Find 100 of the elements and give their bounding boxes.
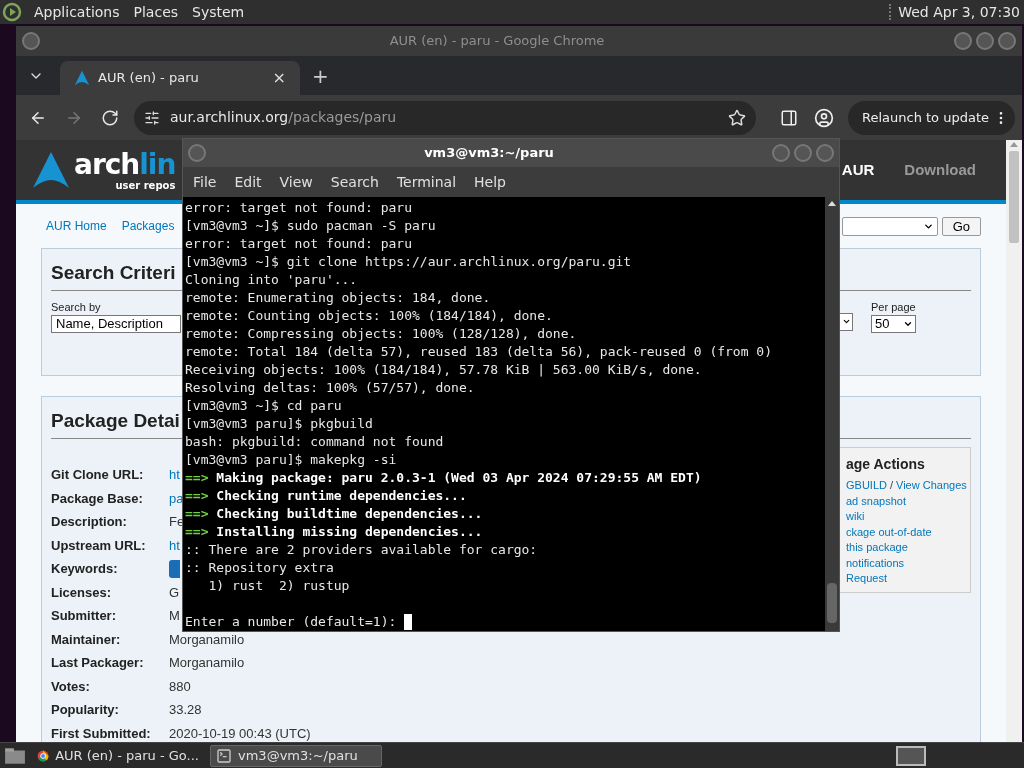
menu-item[interactable]: Terminal [390,171,463,193]
per-page-select[interactable]: 50 [871,315,916,333]
detail-value: Morganamilo [169,656,245,671]
menu-item[interactable]: Edit [228,171,268,193]
action-link[interactable]: wiki [846,508,865,525]
detail-link[interactable]: ht [169,538,180,553]
select-field[interactable] [841,216,938,236]
terminal-line: [vm3@vm3 paru]$ pkgbuild [185,415,374,433]
workspace-switcher[interactable] [896,745,926,766]
terminal-line: remote: Counting objects: 100% (184/184), done. [185,307,554,325]
detail-value: Morganamilo [169,632,245,647]
bookmark-star-icon[interactable] [728,108,746,127]
side-panel-icon[interactable] [780,108,798,127]
window-title: vm3@vm3:~/paru [423,144,555,163]
panel-handle-icon [889,4,893,20]
profile-icon[interactable] [814,107,834,128]
detail-value: 33.28 [169,703,202,718]
window-control-button[interactable] [998,32,1016,50]
detail-label: Keywords: [51,562,119,577]
detail-value: M [169,609,180,624]
detail-value: G [169,585,180,600]
window-control-button[interactable] [22,32,40,50]
logo-triangle-icon [30,150,72,190]
new-tab-button[interactable]: + [312,60,329,91]
terminal-line: remote: Compressing objects: 100% (128/128), done. [185,325,578,343]
terminal-line: Resolving deltas: 100% (57/57), done. [185,379,476,397]
relaunch-button[interactable]: Relaunch to update [848,100,1015,135]
terminal-line: ==> Checking runtime dependencies... [185,487,468,505]
terminal-line: ==> Making package: paru 2.0.3-1 (Wed 03 Apr 2024 07:29:55 AM EDT) [185,469,703,487]
text-cursor [404,614,413,630]
separator-text: / [889,478,894,493]
detail-label: Popularity: [51,703,120,718]
detail-value: 880 [169,679,191,694]
site-info-icon[interactable] [144,109,160,126]
page-scrollbar[interactable] [1006,140,1022,742]
detail-label: Votes: [51,679,91,694]
terminal-line: ==> Checking buildtime dependencies... [185,505,484,523]
terminal-line: [vm3@vm3 paru]$ makepkg -si [185,451,398,469]
detail-label: Last Packager: [51,656,145,671]
terminal-line: 1) rust 2) rustup [207,577,351,595]
menu-item[interactable]: Search [324,171,385,193]
action-link[interactable]: ckage out-of-date [846,523,932,540]
menu-item[interactable]: View [273,171,319,193]
panel-clock[interactable]: Wed Apr 3, 07:30 [898,1,1020,23]
menu-logo-icon[interactable] [2,2,22,22]
actions-heading: age Actions [846,454,926,474]
terminal-line: Receiving objects: 100% (184/184), 57.78 KiB | 563.00 KiB/s, done. [185,361,703,379]
action-link[interactable]: notifications [846,554,905,571]
action-link[interactable]: Request [846,570,887,587]
window-control-button[interactable] [976,32,994,50]
terminal-line: [vm3@vm3 ~]$ sudo pacman -S paru [185,217,437,235]
search-by-select[interactable]: Name, Description [51,315,181,333]
tab-close-button[interactable]: × [272,66,286,90]
breadcrumb-link[interactable]: Packages [121,217,175,235]
detail-label: Maintainer: [51,632,122,647]
terminal-line: Cloning into 'paru'... [185,271,359,289]
terminal-scrollbar[interactable] [825,197,839,631]
panel-menu[interactable]: Applications [34,1,120,23]
detail-link[interactable]: ht [169,468,180,483]
chevron-down-icon [903,319,913,329]
tab-favicon-icon [74,70,90,86]
terminal-line: remote: Enumerating objects: 184, done. [185,289,492,307]
action-link[interactable]: ad snapshot [846,492,906,509]
logo-wordmark: archlin [74,149,176,180]
terminal-prompt: Enter a number (default=1): [185,613,398,631]
field-label: Search by [51,299,102,315]
terminal-line: :: Repository extra [185,559,335,577]
reload-icon [101,108,119,127]
detail-label: Description: [51,515,128,530]
detail-link[interactable]: pa [169,491,184,506]
terminal-line: :: There are 2 providers available for cargo: [185,541,539,559]
go-button[interactable]: Go [941,216,981,236]
keyword-tag[interactable] [169,560,180,579]
detail-label: Upstream URL: [51,538,147,553]
panel-menu[interactable]: Places [133,1,179,23]
breadcrumb-link[interactable]: AUR Home [46,217,107,235]
terminal-line: ==> Installing missing dependencies... [185,523,484,541]
terminal-line: remote: Total 184 (delta 57), reused 183 (delta 56), pack-reused 0 (from 0) [185,343,773,361]
detail-label: Licenses: [51,585,112,600]
detail-value: 2020-10-19 00:43 (UTC) [169,726,311,741]
terminal-icon [216,747,232,764]
action-link[interactable]: GBUILD [846,477,887,494]
select-field[interactable] [840,312,853,331]
action-link[interactable]: this package [846,539,908,556]
window-control-button[interactable] [954,32,972,50]
field-label: Per page [871,299,916,315]
address-bar[interactable]: aur.archlinux.org/packages/paru [134,100,756,135]
menu-item[interactable]: File [187,171,223,193]
panel-menu[interactable]: System [192,1,245,23]
taskbar-task[interactable]: vm3@vm3:~/paru [210,744,382,767]
header-nav-link[interactable]: AUR [841,158,875,182]
browser-tab[interactable]: AUR (en) - paru × [60,61,300,95]
detail-label: Git Clone URL: [51,468,145,483]
detail-label: Submitter: [51,609,117,624]
logo-tagline: user repos [115,179,176,191]
header-nav-link[interactable]: Download [904,158,976,182]
detail-label: Package Base: [51,491,144,506]
terminal-line: error: target not found: paru [185,235,413,253]
action-link[interactable]: View Changes [896,477,967,494]
menu-item[interactable]: Help [468,171,512,193]
